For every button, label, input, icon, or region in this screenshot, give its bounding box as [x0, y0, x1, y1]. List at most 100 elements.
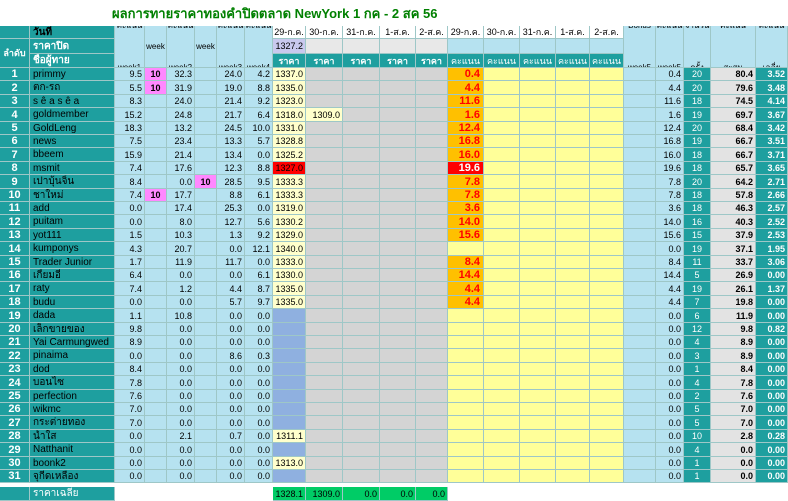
- price-guess[interactable]: [380, 148, 416, 162]
- price-guess[interactable]: [273, 376, 306, 390]
- player-name[interactable]: budu: [30, 296, 115, 309]
- price-guess[interactable]: [416, 390, 448, 403]
- price-guess[interactable]: [273, 336, 306, 349]
- price-guess[interactable]: 1323.0: [273, 95, 306, 108]
- price-guess[interactable]: [380, 403, 416, 416]
- price-guess[interactable]: [380, 376, 416, 390]
- price-guess[interactable]: [416, 81, 448, 95]
- price-guess[interactable]: [380, 229, 416, 242]
- player-name[interactable]: ชาใหม่: [30, 189, 115, 202]
- price-guess[interactable]: [306, 269, 343, 282]
- price-guess[interactable]: [416, 229, 448, 242]
- price-guess[interactable]: [343, 108, 380, 122]
- price-guess[interactable]: [380, 309, 416, 323]
- price-guess[interactable]: [273, 443, 306, 457]
- price-guess[interactable]: [416, 95, 448, 108]
- price-guess[interactable]: [306, 175, 343, 189]
- price-guess[interactable]: [380, 135, 416, 148]
- price-guess[interactable]: [306, 81, 343, 95]
- player-name[interactable]: เกี้ยมอี๋: [30, 269, 115, 282]
- price-guess[interactable]: [416, 282, 448, 296]
- price-guess[interactable]: [343, 81, 380, 95]
- price-guess[interactable]: 1329.0: [273, 229, 306, 242]
- price-guess[interactable]: [343, 162, 380, 175]
- price-guess[interactable]: [343, 296, 380, 309]
- player-name[interactable]: yot111: [30, 229, 115, 242]
- price-guess[interactable]: [416, 336, 448, 349]
- price-guess[interactable]: [343, 376, 380, 390]
- price-guess[interactable]: [416, 309, 448, 323]
- price-guess[interactable]: [343, 323, 380, 336]
- price-guess[interactable]: [306, 336, 343, 349]
- player-name[interactable]: news: [30, 135, 115, 148]
- player-name[interactable]: pinaima: [30, 349, 115, 363]
- player-name[interactable]: จุกีดเหลือง: [30, 470, 115, 483]
- price-guess[interactable]: [416, 256, 448, 269]
- player-name[interactable]: bbeem: [30, 148, 115, 162]
- price-guess[interactable]: [416, 430, 448, 443]
- price-guess[interactable]: [273, 416, 306, 430]
- player-name[interactable]: kumponys: [30, 242, 115, 256]
- price-guess[interactable]: [380, 269, 416, 282]
- player-name[interactable]: goldmember: [30, 108, 115, 122]
- player-name[interactable]: boonk2: [30, 457, 115, 470]
- price-guess[interactable]: [416, 189, 448, 202]
- price-guess[interactable]: [380, 443, 416, 457]
- price-guess[interactable]: [380, 390, 416, 403]
- price-guess[interactable]: [380, 242, 416, 256]
- price-guess[interactable]: [416, 296, 448, 309]
- price-guess[interactable]: [343, 148, 380, 162]
- price-guess[interactable]: 1331.0: [273, 122, 306, 135]
- price-guess[interactable]: [306, 443, 343, 457]
- price-guess[interactable]: [273, 323, 306, 336]
- price-guess[interactable]: [343, 95, 380, 108]
- price-guess[interactable]: 1311.1: [273, 430, 306, 443]
- price-guess[interactable]: [343, 256, 380, 269]
- price-guess[interactable]: [416, 349, 448, 363]
- price-guess[interactable]: [306, 349, 343, 363]
- price-guess[interactable]: [306, 470, 343, 483]
- price-guess[interactable]: 1335.0: [273, 81, 306, 95]
- player-name[interactable]: ตก-รถ: [30, 81, 115, 95]
- price-guess[interactable]: [306, 256, 343, 269]
- price-guess[interactable]: [416, 202, 448, 215]
- price-guess[interactable]: [343, 135, 380, 148]
- price-guess[interactable]: [416, 363, 448, 376]
- price-guess[interactable]: [306, 135, 343, 148]
- price-guess[interactable]: [273, 390, 306, 403]
- price-guess[interactable]: [343, 336, 380, 349]
- price-guess[interactable]: [343, 309, 380, 323]
- price-guess[interactable]: [380, 215, 416, 229]
- price-guess[interactable]: [306, 215, 343, 229]
- price-guess[interactable]: [343, 189, 380, 202]
- player-name[interactable]: Trader Junior: [30, 256, 115, 269]
- price-guess[interactable]: [416, 323, 448, 336]
- price-guess[interactable]: [306, 162, 343, 175]
- price-guess[interactable]: [380, 457, 416, 470]
- price-guess[interactable]: [343, 457, 380, 470]
- player-name[interactable]: น้ำใส: [30, 430, 115, 443]
- price-guess[interactable]: 1333.3: [273, 175, 306, 189]
- price-guess[interactable]: [306, 122, 343, 135]
- player-name[interactable]: msmit: [30, 162, 115, 175]
- price-guess[interactable]: [306, 148, 343, 162]
- price-guess[interactable]: 1313.0: [273, 457, 306, 470]
- price-guess[interactable]: 1335.0: [273, 282, 306, 296]
- price-guess[interactable]: [343, 242, 380, 256]
- price-guess[interactable]: [273, 349, 306, 363]
- price-guess[interactable]: [343, 363, 380, 376]
- price-guess[interactable]: [343, 349, 380, 363]
- price-guess[interactable]: [306, 282, 343, 296]
- player-name[interactable]: กระต่ายทอง: [30, 416, 115, 430]
- price-guess[interactable]: [306, 457, 343, 470]
- price-guess[interactable]: [380, 175, 416, 189]
- price-guess[interactable]: [416, 269, 448, 282]
- price-guess[interactable]: [380, 416, 416, 430]
- price-guess[interactable]: [343, 229, 380, 242]
- player-name[interactable]: dod: [30, 363, 115, 376]
- price-guess[interactable]: [306, 309, 343, 323]
- player-name[interactable]: Natthanit: [30, 443, 115, 457]
- price-guess[interactable]: [416, 122, 448, 135]
- price-guess[interactable]: [416, 416, 448, 430]
- price-guess[interactable]: [273, 363, 306, 376]
